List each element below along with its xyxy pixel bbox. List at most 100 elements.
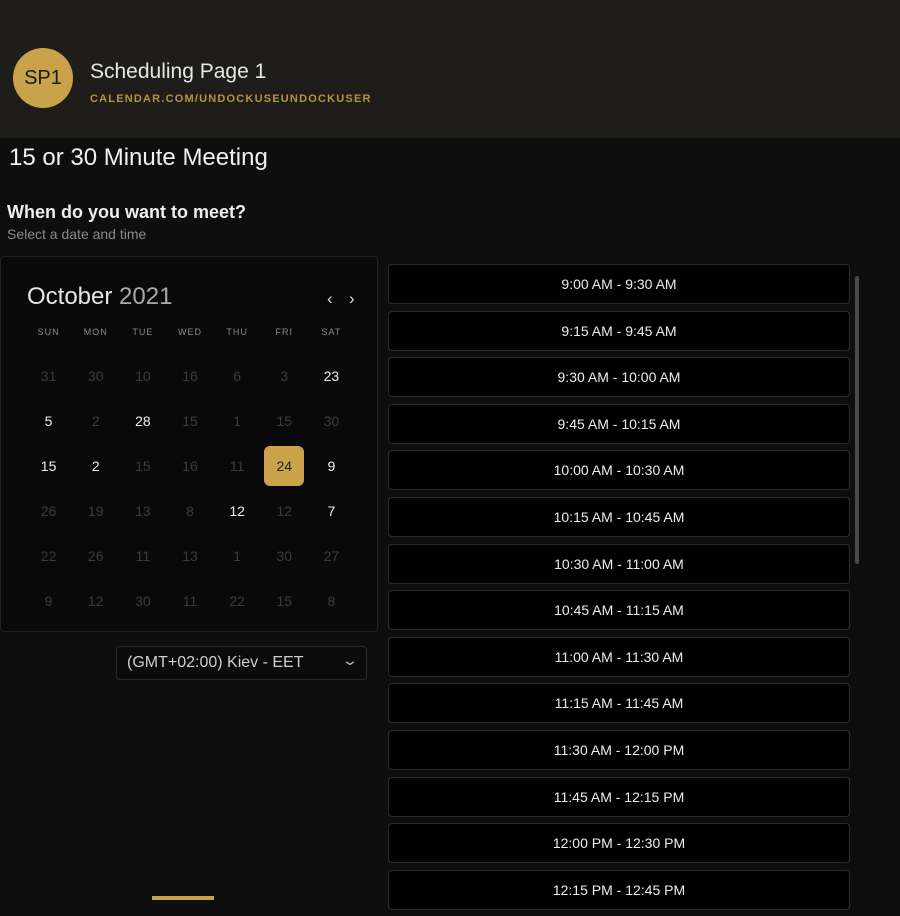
calendar-day-number: 30 xyxy=(323,412,340,429)
calendar-day-number: 15 xyxy=(276,592,293,609)
scheduling-page-url[interactable]: CALENDAR.COM/UNDOCKUSEUNDOCKUSER xyxy=(90,93,372,105)
calendar-day-number: 10 xyxy=(135,367,151,384)
calendar-day[interactable]: 28 xyxy=(119,398,166,443)
calendar-day: 19 xyxy=(72,488,119,533)
calendar-day: 22 xyxy=(25,533,72,578)
time-slot-button[interactable]: 10:00 AM - 10:30 AM xyxy=(388,450,850,491)
next-month-icon[interactable]: › xyxy=(349,289,355,309)
calendar-day-number: 30 xyxy=(87,367,104,384)
calendar-day-number: 26 xyxy=(87,547,104,564)
time-slot-scrollbar[interactable] xyxy=(855,276,859,564)
date-picker-calendar: October 2021 ‹ › SUN MON TUE WED THU FRI SAT 3… xyxy=(0,256,378,632)
page-header: SP1 Scheduling Page 1 CALENDAR.COM/UNDOC… xyxy=(0,0,900,138)
calendar-day-number: 12 xyxy=(87,592,104,609)
calendar-day[interactable]: 23 xyxy=(308,353,355,398)
calendar-month: October xyxy=(27,283,113,310)
calendar-day: 8 xyxy=(166,488,213,533)
calendar-day-number: 26 xyxy=(40,502,57,519)
calendar-day-number: 13 xyxy=(182,547,198,564)
calendar-day-number: 8 xyxy=(327,592,336,609)
time-slot-button[interactable]: 11:15 AM - 11:45 AM xyxy=(388,683,850,724)
time-slot-button[interactable]: 10:45 AM - 11:15 AM xyxy=(388,590,850,631)
time-slot-button[interactable]: 10:30 AM - 11:00 AM xyxy=(388,543,850,584)
meeting-title: 15 or 30 Minute Meeting xyxy=(9,144,268,171)
time-slot-button[interactable]: 12:00 PM - 12:30 PM xyxy=(388,823,850,864)
scheduling-page-name: Scheduling Page 1 xyxy=(90,60,267,83)
time-slot-button[interactable]: 12:15 PM - 12:45 PM xyxy=(388,869,850,910)
calendar-day[interactable]: 9 xyxy=(308,443,355,488)
time-slot-button[interactable]: 11:30 AM - 12:00 PM xyxy=(388,729,850,770)
weekday-label: SUN xyxy=(37,327,60,337)
calendar-day: 22 xyxy=(214,578,261,623)
calendar-day-selected[interactable]: 24 xyxy=(261,443,308,488)
time-slot-button[interactable]: 11:45 AM - 12:15 PM xyxy=(388,776,850,817)
timezone-value: (GMT+02:00) Kiev - EET xyxy=(127,654,304,671)
calendar-day-number: 15 xyxy=(135,457,151,474)
time-slot-button[interactable]: 11:00 AM - 11:30 AM xyxy=(388,636,850,677)
calendar-day[interactable]: 5 xyxy=(25,398,72,443)
calendar-day-number: 28 xyxy=(135,412,151,429)
calendar-day-number: 16 xyxy=(182,457,198,474)
calendar-day[interactable]: 2 xyxy=(72,443,119,488)
calendar-day: 31 xyxy=(25,353,72,398)
weekday-label: WED xyxy=(177,327,202,337)
calendar-day: 13 xyxy=(166,533,213,578)
calendar-day-number: 15 xyxy=(182,412,198,429)
calendar-day: 15 xyxy=(119,443,166,488)
calendar-day-number: 6 xyxy=(233,367,242,384)
calendar-day-number: 5 xyxy=(44,412,53,429)
calendar-day: 6 xyxy=(214,353,261,398)
calendar-year: 2021 xyxy=(119,283,173,310)
calendar-day: 15 xyxy=(261,578,308,623)
calendar-day: 9 xyxy=(25,578,72,623)
calendar-day[interactable]: 15 xyxy=(25,443,72,488)
calendar-day-number: 1 xyxy=(233,412,242,429)
calendar-day: 15 xyxy=(166,398,213,443)
calendar-day: 11 xyxy=(214,443,261,488)
calendar-day[interactable]: 7 xyxy=(308,488,355,533)
calendar-day: 13 xyxy=(119,488,166,533)
calendar-day-number: 8 xyxy=(186,502,194,519)
calendar-day: 10 xyxy=(119,353,166,398)
calendar-day-number: 30 xyxy=(276,547,293,564)
time-slot-button[interactable]: 10:15 AM - 10:45 AM xyxy=(388,496,850,537)
weekday-label: THU xyxy=(226,327,248,337)
previous-month-icon[interactable]: ‹ xyxy=(327,289,333,309)
time-slot-button[interactable]: 9:30 AM - 10:00 AM xyxy=(388,357,850,398)
calendar-day: 26 xyxy=(25,488,72,533)
calendar-day-number: 30 xyxy=(135,592,151,609)
calendar-day: 3 xyxy=(261,353,308,398)
calendar-day: 1 xyxy=(214,533,261,578)
calendar-day-number: 1 xyxy=(233,547,242,564)
weekday-label: MON xyxy=(83,327,108,337)
calendar-day-number: 16 xyxy=(182,367,198,384)
date-question-heading: When do you want to meet? xyxy=(7,202,246,222)
calendar-day-number: 27 xyxy=(323,547,340,564)
calendar-day: 11 xyxy=(119,533,166,578)
weekday-label: FRI xyxy=(275,327,294,337)
calendar-day-number: 2 xyxy=(91,457,100,474)
calendar-day-number: 11 xyxy=(135,547,151,564)
calendar-day-number: 22 xyxy=(229,592,245,609)
calendar-day: 12 xyxy=(261,488,308,533)
calendar-day: 30 xyxy=(261,533,308,578)
calendar-day: 16 xyxy=(166,443,213,488)
weekday-label: TUE xyxy=(132,327,154,337)
timezone-select[interactable]: (GMT+02:00) Kiev - EET ⌄ xyxy=(116,646,367,680)
time-slot-list: 9:00 AM - 9:30 AM 9:15 AM - 9:45 AM 9:30 A… xyxy=(388,264,850,916)
time-slot-button[interactable]: 9:45 AM - 10:15 AM xyxy=(388,403,850,444)
date-question-subtitle: Select a date and time xyxy=(7,226,147,242)
calendar-day-grid: 31 30 10 16 6 3 23 5 2 28 15 1 15 30 15 2 15 16 11 24 9 26 19 1… xyxy=(25,353,355,623)
calendar-day: 12 xyxy=(72,578,119,623)
calendar-day: 1 xyxy=(214,398,261,443)
calendar-day[interactable]: 12 xyxy=(214,488,261,533)
calendar-day: 8 xyxy=(308,578,355,623)
calendar-day: 30 xyxy=(308,398,355,443)
time-slot-button[interactable]: 9:00 AM - 9:30 AM xyxy=(388,264,850,304)
time-slot-button[interactable]: 9:15 AM - 9:45 AM xyxy=(388,310,850,351)
calendar-day-number: 11 xyxy=(229,457,245,474)
calendar-month-year: October 2021 xyxy=(27,283,172,311)
calendar-day: 30 xyxy=(119,578,166,623)
calendar-day-number: 9 xyxy=(44,592,53,609)
calendar-day-number: 12 xyxy=(229,502,245,519)
